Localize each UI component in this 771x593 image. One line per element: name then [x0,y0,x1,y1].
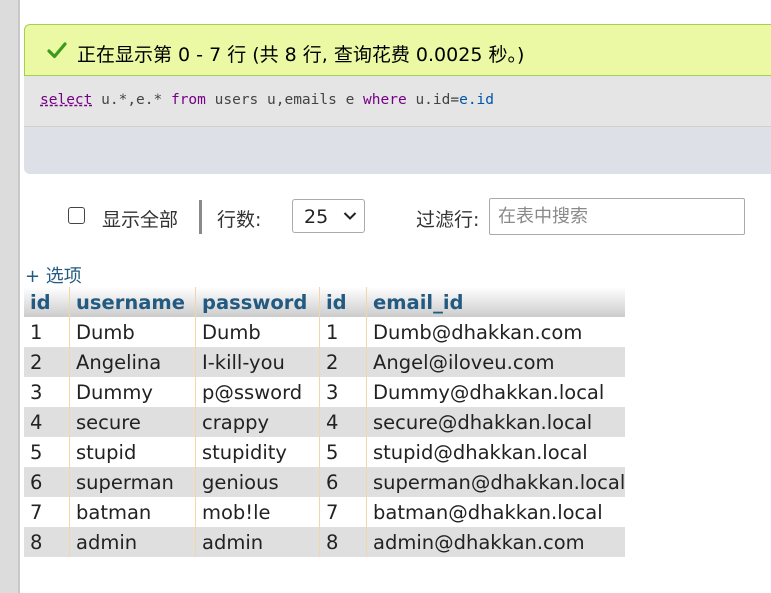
sql-query-box: select u.*,e.* from users u,emails e whe… [24,76,771,174]
cell-username: stupid [69,437,196,467]
table-header-row: id username password id email_id [24,287,626,317]
rows-per-page-value: 25 [304,206,329,228]
sql-from-keyword: from [170,92,206,108]
filter-rows-label: 过滤行: [416,209,480,231]
cell-username: superman [69,467,196,497]
cell-id: 4 [24,407,70,437]
top-nav-fragment [30,0,160,6]
column-header-username[interactable]: username [69,287,196,317]
cell-username: Dumb [69,317,196,347]
cell-password: crappy [195,407,320,437]
cell-password: genious [195,467,320,497]
cell-email: admin@dhakkan.com [366,527,626,557]
column-header-password[interactable]: password [195,287,320,317]
cell-email-key: 5 [319,437,367,467]
success-message-text: 正在显示第 0 - 7 行 (共 8 行, 查询花费 0.0025 秒。) [77,44,525,66]
cell-username: secure [69,407,196,437]
cell-email-key: 8 [319,527,367,557]
cell-email: batman@dhakkan.local [366,497,626,527]
left-panel-edge [0,0,18,593]
table-row[interactable]: 5 stupid stupidity 5 stupid@dhakkan.loca… [24,437,626,467]
cell-email: superman@dhakkan.local [366,467,626,497]
cell-id: 7 [24,497,70,527]
sql-columns: u.*,e.* [101,92,163,108]
check-icon [47,42,67,59]
cell-id: 1 [24,317,70,347]
table-row[interactable]: 3 Dummy p@ssword 3 Dummy@dhakkan.local [24,377,626,407]
column-header-email-id[interactable]: email_id [366,287,626,317]
navigation-row: 显示全部 行数: 25 过滤行: [24,195,771,239]
cell-password: mob!le [195,497,320,527]
cell-email-key: 4 [319,407,367,437]
table-row[interactable]: 4 secure crappy 4 secure@dhakkan.local [24,407,626,437]
rows-per-page-select[interactable]: 25 [292,199,365,233]
cell-email-key: 7 [319,497,367,527]
filter-rows-input[interactable] [490,199,744,234]
table-row[interactable]: 8 admin admin 8 admin@dhakkan.com [24,527,626,557]
panel-divider[interactable] [18,0,20,593]
table-row[interactable]: 1 Dumb Dumb 1 Dumb@dhakkan.com [24,317,626,347]
cell-username: Angelina [69,347,196,377]
sql-equals: = [450,92,460,108]
table-row[interactable]: 6 superman genious 6 superman@dhakkan.lo… [24,467,626,497]
sql-where-keyword: where [363,92,407,108]
table-row[interactable]: 2 Angelina I-kill-you 2 Angel@iloveu.com [24,347,626,377]
show-all-checkbox[interactable] [68,207,85,224]
cell-email-key: 6 [319,467,367,497]
sql-query-text[interactable]: select u.*,e.* from users u,emails e whe… [40,92,494,108]
cell-username: batman [69,497,196,527]
sql-select-keyword[interactable]: select [40,92,92,108]
sql-left-operand: u.id [415,92,451,108]
cell-password: I-kill-you [195,347,320,377]
results-table: id username password id email_id 1 Dumb … [24,287,626,557]
nav-separator [199,200,202,234]
sql-tables: users u,emails e [214,92,355,108]
cell-email-key: 2 [319,347,367,377]
success-message-box: 正在显示第 0 - 7 行 (共 8 行, 查询花费 0.0025 秒。) [24,24,771,76]
column-header-id[interactable]: id [24,287,70,317]
column-header-email-id-key[interactable]: id [319,287,367,317]
filter-rows-field[interactable] [489,198,745,235]
cell-id: 5 [24,437,70,467]
rows-label: 行数: [217,209,262,231]
cell-password: Dumb [195,317,320,347]
cell-password: p@ssword [195,377,320,407]
cell-email-key: 1 [319,317,367,347]
cell-email: stupid@dhakkan.local [366,437,626,467]
cell-password: admin [195,527,320,557]
chevron-down-icon [343,212,357,220]
cell-id: 2 [24,347,70,377]
cell-email: Angel@iloveu.com [366,347,626,377]
cell-username: admin [69,527,196,557]
show-all-label[interactable]: 显示全部 [102,205,178,232]
sql-actions-bar [24,127,771,174]
cell-id: 3 [24,377,70,407]
sql-right-operand: e.id [459,92,495,108]
cell-email-key: 3 [319,377,367,407]
cell-email: secure@dhakkan.local [366,407,626,437]
cell-id: 6 [24,467,70,497]
cell-password: stupidity [195,437,320,467]
options-link[interactable]: + 选项 [25,262,82,288]
cell-id: 8 [24,527,70,557]
cell-email: Dumb@dhakkan.com [366,317,626,347]
cell-username: Dummy [69,377,196,407]
cell-email: Dummy@dhakkan.local [366,377,626,407]
table-row[interactable]: 7 batman mob!le 7 batman@dhakkan.local [24,497,626,527]
